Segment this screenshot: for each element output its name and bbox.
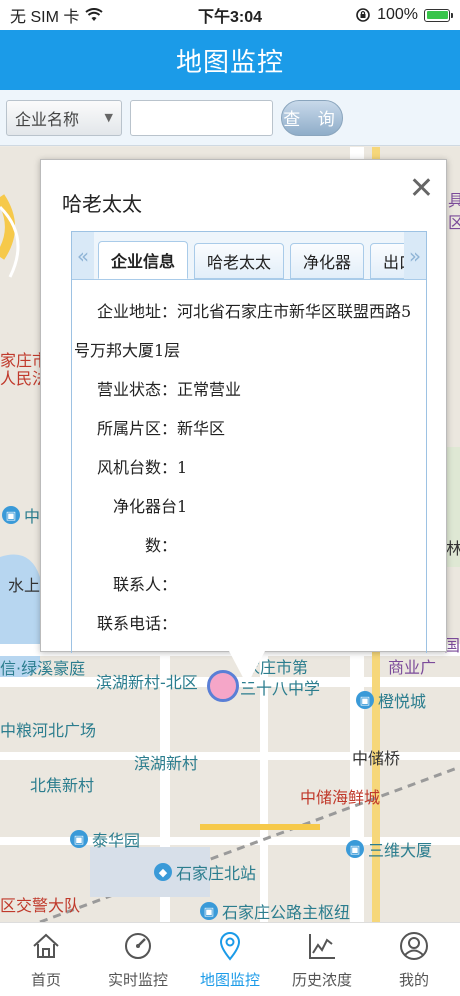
map-label: 北焦新村 — [30, 776, 95, 795]
battery-percent: 100% — [377, 6, 418, 23]
status-label: 营业状态 — [84, 370, 177, 409]
tab-profile[interactable]: 我的 — [368, 923, 460, 996]
orientation-lock-icon — [356, 8, 370, 22]
purifier-label: 净化器台数 — [84, 487, 177, 565]
battery-fill — [426, 11, 448, 19]
page-title: 地图监控 — [175, 47, 284, 78]
popup-title: 哈老太太 — [62, 192, 142, 216]
search-type-value: 企业名称 — [15, 109, 80, 129]
tab-label: 实时监控 — [107, 971, 168, 989]
map-poi: ▣ 石家庄公路主枢纽 — [200, 899, 350, 922]
search-input[interactable] — [130, 99, 273, 136]
map-poi: ▣ 泰华园 — [70, 827, 140, 851]
popup-tabbar: « 企业信息 哈老太太 净化器 出口 » — [72, 232, 426, 280]
tab-enterprise-info[interactable]: 企业信息 — [98, 241, 189, 279]
tab-enterprise-name[interactable]: 哈老太太 — [194, 243, 285, 279]
map-label: 三维大厦 — [368, 841, 433, 860]
map-label: 石家庄北站 — [176, 864, 257, 883]
district-row: 所属片区 新华区 — [84, 409, 416, 448]
poi-icon: ▣ — [356, 691, 374, 709]
home-icon — [29, 929, 63, 963]
fans-label: 风机台数 — [84, 448, 177, 487]
chevron-left-icon[interactable]: « — [72, 232, 94, 279]
tab-home[interactable]: 首页 — [0, 923, 92, 996]
user-icon — [397, 929, 431, 963]
carrier-label: 无 SIM 卡 — [10, 9, 80, 26]
contact-label: 联系人 — [84, 565, 177, 604]
map-label: 石家庄公路主枢纽 — [222, 903, 351, 922]
chevron-down-icon: ▼ — [104, 111, 113, 124]
nav-bar: 地图监控 — [0, 30, 460, 90]
tab-map-monitor[interactable]: 地图监控 — [184, 923, 276, 996]
chevron-right-icon[interactable]: » — [404, 232, 426, 279]
wifi-icon — [85, 8, 103, 21]
status-row: 营业状态 正常营业 — [84, 370, 416, 409]
poi-icon: ▣ — [346, 840, 364, 858]
status-value: 正常营业 — [177, 380, 242, 399]
map-label: 中粮河北广场 — [0, 721, 97, 740]
gauge-icon — [121, 929, 155, 963]
map-label: 区交警大队 — [0, 896, 81, 915]
map-label: 橙悦城 — [378, 692, 427, 711]
contact-row: 联系人 — [84, 565, 416, 604]
map-label: 商业广 — [388, 658, 437, 677]
district-label: 所属片区 — [84, 409, 177, 448]
poi-icon: ▣ — [70, 830, 88, 848]
tab-label: 首页 — [30, 971, 61, 989]
popup-pointer — [229, 651, 265, 685]
tab-label: 我的 — [398, 971, 429, 989]
purifier-row: 净化器台数 1 — [84, 487, 416, 565]
bottom-tab-bar: 首页 实时监控 地图监控 历史浓度 我的 — [0, 922, 460, 996]
close-icon[interactable]: ✕ — [409, 174, 434, 204]
clock: 下午3:04 — [197, 9, 263, 26]
phone-value — [177, 604, 416, 643]
phone-row: 联系电话 — [84, 604, 416, 643]
phone-label: 联系电话 — [84, 604, 177, 643]
address-label: 企业地址 — [84, 292, 177, 331]
map-poi: ◆ 石家庄北站 — [154, 860, 256, 884]
map-label: 林 — [446, 539, 460, 558]
train-station-icon: ◆ — [154, 863, 172, 881]
map-poi: ▣ 三维大厦 — [346, 837, 432, 861]
popup-panel: « 企业信息 哈老太太 净化器 出口 » 企业地址 河北省石家庄市新华区联盟西路… — [71, 231, 427, 653]
poi-icon: ▣ — [2, 506, 20, 524]
contact-value — [177, 565, 416, 604]
location-pin-icon — [213, 929, 247, 963]
fans-row: 风机台数 1 — [84, 448, 416, 487]
address-value-cont: 号万邦大厦1层 — [74, 341, 181, 360]
tab-purifier[interactable]: 净化器 — [290, 243, 365, 279]
search-button[interactable]: 查 询 — [281, 99, 343, 136]
enterprise-info: 企业地址 河北省石家庄市新华区联盟西路5 号万邦大厦1层 营业状态 正常营业 所… — [72, 280, 426, 643]
map-label: 中储桥 — [352, 749, 401, 768]
map-label: 水上 — [8, 576, 41, 595]
status-bar: 无 SIM 卡 下午3:04 100% — [0, 0, 460, 30]
tab-outlet[interactable]: 出口 — [370, 243, 404, 279]
map-label: 中储海鲜城 — [300, 788, 381, 807]
tab-label: 地图监控 — [199, 971, 260, 989]
purifier-value: 1 — [177, 497, 188, 516]
tab-history[interactable]: 历史浓度 — [276, 923, 368, 996]
map-label: 信·绿溪豪庭 — [0, 659, 86, 678]
search-bar: 企业名称 ▼ 查 询 — [0, 90, 460, 146]
address-value: 河北省石家庄市新华区联盟西路5 — [177, 302, 412, 321]
map-label: 滨湖新村 — [134, 754, 199, 773]
address-row: 企业地址 河北省石家庄市新华区联盟西路5 — [84, 292, 416, 331]
search-type-select[interactable]: 企业名称 ▼ — [6, 99, 122, 136]
tab-realtime-monitor[interactable]: 实时监控 — [92, 923, 184, 996]
enterprise-popup: 哈老太太 ✕ « 企业信息 哈老太太 净化器 出口 » 企业地址 河北省石家庄市… — [40, 159, 447, 685]
district-value: 新华区 — [177, 419, 226, 438]
fans-value: 1 — [177, 458, 188, 477]
tab-label: 历史浓度 — [291, 971, 352, 989]
map-label: 滨湖新村-北区 — [96, 673, 198, 692]
map-poi: ▣ 橙悦城 — [356, 688, 426, 712]
battery-icon — [424, 8, 453, 22]
poi-icon: ▣ — [200, 902, 218, 920]
line-chart-icon — [305, 929, 339, 963]
map-label: 泰华园 — [92, 831, 141, 850]
